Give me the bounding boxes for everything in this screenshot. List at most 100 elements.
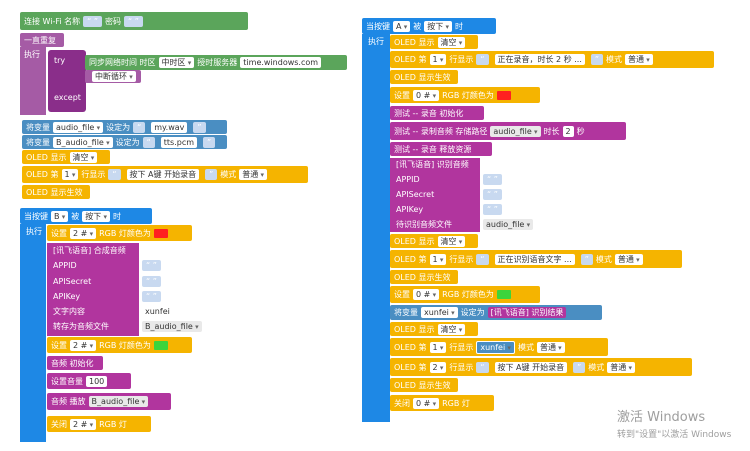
var-value-field[interactable]: my.wav: [151, 121, 188, 133]
audio-file-dropdown[interactable]: B_audio_file: [88, 396, 149, 407]
rgb-off-block[interactable]: 关闭 0 # RGB 灯: [390, 395, 494, 411]
var-name-dropdown[interactable]: xunfei: [421, 307, 458, 318]
action-dropdown[interactable]: 按下: [424, 20, 452, 32]
oled-line-block[interactable]: OLED 第 2 行显示 “ 按下 A键 开始录音 ” 模式 普通: [390, 358, 692, 376]
volume-field[interactable]: 100: [86, 375, 108, 387]
button-a-hat[interactable]: 当按键 A 被 按下 时: [362, 18, 496, 34]
text-content-field[interactable]: xunfei: [142, 306, 173, 317]
sync-time-block[interactable]: 同步网络时间 时区 中时区 授时服务器 time.windows.com: [85, 55, 347, 70]
set-var-b-audio-file[interactable]: 将变量 B_audio_file 设定为 “ tts.pcm ”: [22, 135, 227, 149]
key-dropdown[interactable]: A: [393, 20, 411, 32]
color-swatch[interactable]: [153, 228, 168, 238]
color-swatch[interactable]: [153, 340, 168, 350]
apisecret-field[interactable]: “ ”: [483, 189, 502, 200]
color-swatch[interactable]: [496, 90, 511, 100]
oled-show-label: OLED 显示生效: [394, 272, 451, 282]
oled-show-block[interactable]: OLED 显示生效: [390, 270, 458, 284]
set-volume-block[interactable]: 设置音量 100: [47, 373, 131, 389]
rgb-index-dropdown[interactable]: 0 #: [413, 397, 440, 409]
oled-line-number[interactable]: 1: [61, 169, 79, 180]
oled-mode-dropdown[interactable]: 清空: [437, 36, 466, 48]
appid-field[interactable]: “ ”: [142, 260, 161, 271]
oled-text-field[interactable]: 按下 A键 开始录音: [126, 169, 200, 180]
rgb-index-dropdown[interactable]: 2 #: [70, 418, 97, 430]
rgb-color-block[interactable]: 设置 2 # RGB 灯颜色为: [47, 337, 192, 353]
button-b-hat[interactable]: 当按键 B 被 按下 时: [20, 208, 152, 224]
set-var-audio-file[interactable]: 将变量 audio_file 设定为 “ my.wav ”: [22, 120, 227, 134]
oled-text-field[interactable]: 按下 A键 开始录音: [494, 361, 568, 373]
activate-windows-subtitle: 转到"设置"以激活 Windows: [617, 430, 732, 440]
asr-result-reporter[interactable]: [讯飞语音] 识别结果: [487, 307, 567, 318]
asr-file-dropdown[interactable]: audio_file: [483, 219, 534, 230]
oled-line-block[interactable]: OLED 第 1 行显示 xunfei 模式 普通: [390, 338, 608, 356]
rgb-off-block[interactable]: 关闭 2 # RGB 灯: [47, 416, 151, 432]
break-loop-block[interactable]: 中断循环: [85, 70, 141, 83]
oled-line-number[interactable]: 1: [429, 341, 447, 353]
tts-appid-row: APPID “ ”: [49, 259, 199, 272]
server-field[interactable]: time.windows.com: [240, 57, 322, 68]
oled-mode-dropdown[interactable]: 普通: [625, 54, 653, 65]
rgb-index-dropdown[interactable]: 2 #: [70, 227, 97, 239]
oled-line-number[interactable]: 1: [429, 54, 447, 65]
wifi-name-field[interactable]: “ ”: [83, 15, 103, 27]
oled-text-field[interactable]: 正在录音，时长 2 秒 ...: [494, 54, 585, 65]
rgb-color-block[interactable]: 设置 0 # RGB 灯颜色为: [390, 286, 540, 303]
oled-show-block[interactable]: OLED 显示生效: [390, 70, 458, 84]
oled-mode-dropdown[interactable]: 普通: [536, 341, 565, 353]
forever-loop-block[interactable]: 一直重复: [20, 33, 64, 47]
apisecret-field[interactable]: “ ”: [142, 276, 161, 287]
record-init-block[interactable]: 测试 -- 录音 初始化: [390, 106, 484, 120]
oled-clear-block[interactable]: OLED 显示 清空: [390, 234, 478, 248]
oled-line-block[interactable]: OLED 第 1 行显示 “ 正在识别语音文字 ... ” 模式 普通: [390, 250, 682, 268]
wifi-password-field[interactable]: “ ”: [124, 15, 143, 27]
quote-open: “: [476, 361, 489, 373]
oled-mode-dropdown[interactable]: 普通: [607, 361, 635, 373]
oled-line-block[interactable]: OLED 第 1 行显示 “ 按下 A键 开始录音 ” 模式 普通: [22, 166, 308, 183]
oled-show-block[interactable]: OLED 显示生效: [390, 378, 458, 392]
break-loop-dropdown[interactable]: 中断循环: [92, 71, 136, 82]
oled-clear-block[interactable]: OLED 显示 清空: [22, 150, 110, 164]
oled-mode-dropdown[interactable]: 清空: [69, 151, 98, 163]
oled-clear-block[interactable]: OLED 显示 清空: [390, 322, 478, 336]
record-file-dropdown[interactable]: audio_file: [490, 125, 541, 137]
variable-reporter[interactable]: xunfei: [476, 340, 515, 354]
wifi-password-label: 密码: [105, 16, 122, 26]
color-swatch[interactable]: [496, 290, 511, 299]
oled-mode-dropdown[interactable]: 清空: [437, 235, 466, 247]
var-name-dropdown[interactable]: B_audio_file: [53, 136, 113, 148]
timezone-dropdown[interactable]: 中时区: [158, 57, 195, 68]
oled-mode-dropdown[interactable]: 普通: [614, 253, 643, 265]
key-dropdown[interactable]: B: [51, 210, 69, 222]
duration-field[interactable]: 2: [562, 125, 574, 137]
quote-open: “: [133, 121, 146, 133]
rgb-color-block[interactable]: 设置 0 # RGB 灯颜色为: [390, 87, 540, 103]
rgb-light-label: RGB 灯: [442, 398, 470, 408]
oled-clear-block[interactable]: OLED 显示 清空: [390, 35, 478, 49]
audio-init-block[interactable]: 音频 初始化: [47, 356, 103, 370]
rgb-color-block[interactable]: 设置 2 # RGB 灯颜色为: [47, 225, 192, 241]
oled-line-number[interactable]: 1: [429, 253, 447, 265]
save-file-dropdown[interactable]: B_audio_file: [142, 321, 202, 332]
var-name-dropdown[interactable]: audio_file: [53, 121, 104, 133]
wifi-connect-block[interactable]: 连接 Wi-Fi 名称 “ ” 密码 “ ”: [20, 12, 248, 30]
oled-line-number[interactable]: 2: [429, 361, 447, 373]
rgb-index-dropdown[interactable]: 0 #: [413, 289, 440, 300]
audio-play-block[interactable]: 音频 播放 B_audio_file: [47, 393, 171, 410]
rgb-index-dropdown[interactable]: 0 #: [413, 89, 440, 101]
oled-text-field[interactable]: 正在识别语音文字 ...: [494, 253, 575, 265]
appid-field[interactable]: “ ”: [483, 174, 502, 185]
oled-line-block[interactable]: OLED 第 1 行显示 “ 正在录音，时长 2 秒 ... ” 模式 普通: [390, 51, 714, 68]
rgb-index-dropdown[interactable]: 2 #: [70, 339, 97, 351]
oled-mode-dropdown[interactable]: 普通: [239, 169, 267, 180]
record-free-block[interactable]: 测试 -- 录音 释放资源: [390, 142, 492, 156]
action-dropdown[interactable]: 按下: [82, 210, 110, 222]
time-label: 时: [113, 211, 121, 221]
apikey-field[interactable]: “ ”: [142, 291, 161, 302]
oled-mode-dropdown[interactable]: 清空: [437, 323, 466, 335]
forever-loop-label: 一直重复: [24, 35, 56, 45]
apikey-field[interactable]: “ ”: [483, 204, 502, 215]
var-value-field[interactable]: tts.pcm: [160, 136, 198, 148]
oled-show-block[interactable]: OLED 显示生效: [22, 185, 90, 199]
set-var-xunfei[interactable]: 将变量 xunfei 设定为 [讯飞语音] 识别结果: [390, 305, 602, 320]
record-audio-block[interactable]: 测试 -- 录制音频 存储路径 audio_file 时长 2 秒: [390, 122, 626, 140]
